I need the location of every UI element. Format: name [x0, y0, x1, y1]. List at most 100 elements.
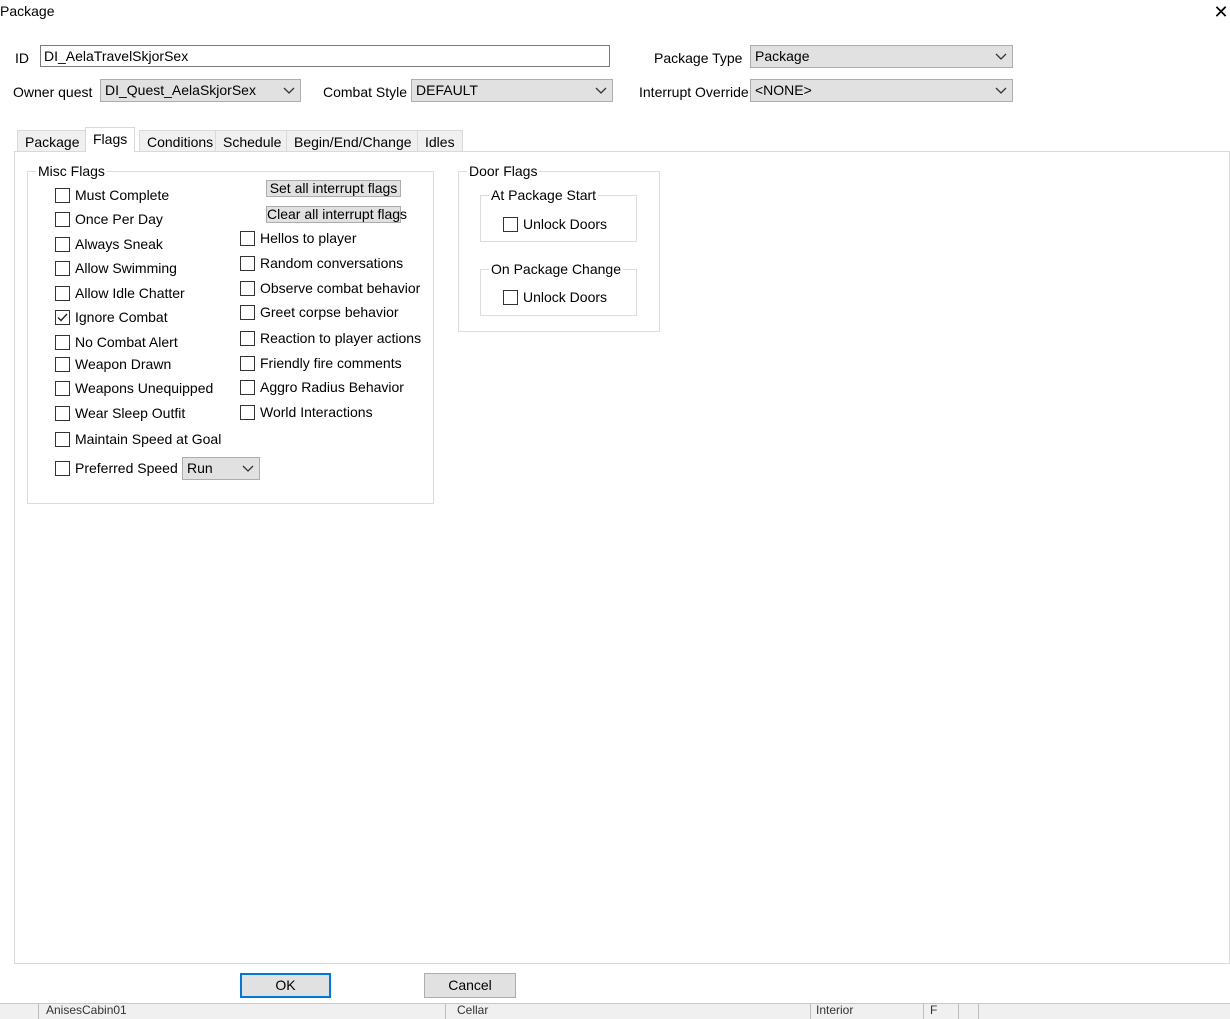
owner-quest-select[interactable]: DI_Quest_AelaSkjorSex [100, 79, 301, 102]
close-icon[interactable]: ✕ [1212, 1, 1230, 23]
chevron-down-icon [283, 87, 295, 94]
preferred-speed-value: Run [187, 460, 213, 476]
checkbox-box[interactable] [55, 380, 70, 396]
id-input[interactable]: DI_AelaTravelSkjorSex [40, 45, 610, 67]
window-title: Package [0, 3, 55, 19]
at-package-start-title: At Package Start [489, 187, 599, 203]
checkbox-box[interactable] [240, 330, 255, 346]
package-type-label: Package Type [654, 50, 743, 66]
door-flags-title: Door Flags [467, 163, 540, 179]
checkbox-box[interactable] [240, 230, 255, 246]
checkbox-aggro-radius-behavior[interactable]: Aggro Radius Behavior [240, 379, 404, 395]
column-separator [978, 1004, 979, 1019]
checkbox-box[interactable] [240, 355, 255, 371]
checkbox-label: Wear Sleep Outfit [75, 405, 186, 421]
checkbox-box[interactable] [240, 404, 255, 420]
checkbox-box[interactable] [240, 379, 255, 395]
checkbox-no-combat-alert[interactable]: No Combat Alert [55, 334, 178, 350]
column-separator [38, 1004, 39, 1019]
checkbox-box[interactable] [240, 255, 255, 271]
checkbox-label: Random conversations [260, 255, 404, 271]
interrupt-override-value: <NONE> [755, 82, 812, 98]
checkbox-maintain-speed-at-goal[interactable]: Maintain Speed at Goal [55, 431, 221, 447]
checkbox-box[interactable] [55, 211, 70, 227]
checkbox-box[interactable] [55, 334, 70, 350]
checkbox-ignore-combat[interactable]: Ignore Combat [55, 309, 168, 325]
package-type-select[interactable]: Package [750, 45, 1013, 68]
checkbox-weapons-unequipped[interactable]: Weapons Unequipped [55, 380, 213, 396]
checkbox-hellos-to-player[interactable]: Hellos to player [240, 230, 357, 246]
checkbox-allow-idle-chatter[interactable]: Allow Idle Chatter [55, 285, 185, 301]
checkbox-box[interactable] [55, 236, 70, 252]
ok-button[interactable]: OK [240, 973, 331, 998]
checkbox-allow-swimming[interactable]: Allow Swimming [55, 260, 177, 276]
checkbox-unlock-doors-start[interactable]: Unlock Doors [503, 216, 607, 232]
checkbox-greet-corpse-behavior[interactable]: Greet corpse behavior [240, 304, 399, 320]
checkbox-label: Greet corpse behavior [260, 304, 399, 320]
tab-idles[interactable]: Idles [417, 130, 463, 152]
checkbox-friendly-fire-comments[interactable]: Friendly fire comments [240, 355, 402, 371]
checkbox-label: Friendly fire comments [260, 355, 402, 371]
checkbox-label: Unlock Doors [523, 289, 608, 305]
checkbox-label: Aggro Radius Behavior [260, 379, 404, 395]
checkbox-random-conversations[interactable]: Random conversations [240, 255, 403, 271]
checkbox-label: Observe combat behavior [260, 280, 421, 296]
checkbox-label: No Combat Alert [75, 334, 178, 350]
checkbox-weapon-drawn[interactable]: Weapon Drawn [55, 356, 171, 372]
column-separator [923, 1004, 924, 1019]
checkbox-box[interactable] [55, 405, 70, 421]
owner-quest-label: Owner quest [13, 84, 93, 100]
chevron-down-icon [242, 465, 254, 472]
checkbox-label: Reaction to player actions [260, 330, 422, 346]
tab-begin-end-change[interactable]: Begin/End/Change [286, 130, 420, 152]
checkbox-unlock-doors-change[interactable]: Unlock Doors [503, 289, 607, 305]
checkbox-box[interactable] [503, 216, 518, 232]
tab-package[interactable]: Package [17, 130, 88, 152]
background-cell: AnisesCabin01 [46, 1003, 127, 1017]
checkbox-box[interactable] [55, 356, 70, 372]
combat-style-select[interactable]: DEFAULT [411, 79, 613, 102]
checkbox-box[interactable] [240, 304, 255, 320]
checkbox-label: Ignore Combat [75, 309, 168, 325]
background-cell: F [930, 1003, 938, 1017]
checkbox-box[interactable] [55, 260, 70, 276]
checkbox-label: Unlock Doors [523, 216, 608, 232]
checkbox-box[interactable] [55, 309, 70, 325]
checkbox-always-sneak[interactable]: Always Sneak [55, 236, 163, 252]
preferred-speed-select[interactable]: Run [182, 457, 260, 480]
combat-style-label: Combat Style [323, 84, 408, 100]
checkbox-box[interactable] [240, 280, 255, 296]
checkbox-preferred-speed[interactable]: Preferred Speed [55, 460, 178, 476]
column-separator [445, 1004, 446, 1019]
checkbox-once-per-day[interactable]: Once Per Day [55, 211, 163, 227]
checkbox-box[interactable] [55, 431, 70, 447]
misc-flags-title: Misc Flags [36, 163, 107, 179]
checkbox-wear-sleep-outfit[interactable]: Wear Sleep Outfit [55, 405, 185, 421]
clear-all-interrupt-flags-button[interactable]: Clear all interrupt flags [266, 206, 407, 223]
checkbox-box[interactable] [55, 285, 70, 301]
package-type-value: Package [755, 48, 810, 64]
checkbox-box[interactable] [503, 289, 518, 305]
check-icon [57, 313, 68, 322]
checkbox-box[interactable] [55, 187, 70, 203]
checkbox-label: Once Per Day [75, 211, 163, 227]
tab-schedule[interactable]: Schedule [215, 130, 290, 152]
interrupt-override-label: Interrupt Override [639, 84, 749, 100]
set-all-interrupt-flags-button[interactable]: Set all interrupt flags [266, 180, 401, 197]
cancel-button[interactable]: Cancel [424, 973, 516, 998]
checkbox-label: Allow Idle Chatter [75, 285, 185, 301]
checkbox-label: Must Complete [75, 187, 170, 203]
column-separator [810, 1004, 811, 1019]
checkbox-observe-combat-behavior[interactable]: Observe combat behavior [240, 280, 420, 296]
checkbox-label: Preferred Speed [75, 460, 178, 476]
interrupt-override-select[interactable]: <NONE> [750, 79, 1013, 102]
tab-conditions[interactable]: Conditions [139, 130, 222, 152]
checkbox-label: Weapons Unequipped [75, 380, 214, 396]
checkbox-must-complete[interactable]: Must Complete [55, 187, 169, 203]
checkbox-box[interactable] [55, 460, 70, 476]
checkbox-reaction-to-player-actions[interactable]: Reaction to player actions [240, 330, 421, 346]
chevron-down-icon [995, 87, 1007, 94]
checkbox-world-interactions[interactable]: World Interactions [240, 404, 373, 420]
on-package-change-title: On Package Change [489, 261, 623, 277]
tab-flags[interactable]: Flags [85, 127, 136, 152]
